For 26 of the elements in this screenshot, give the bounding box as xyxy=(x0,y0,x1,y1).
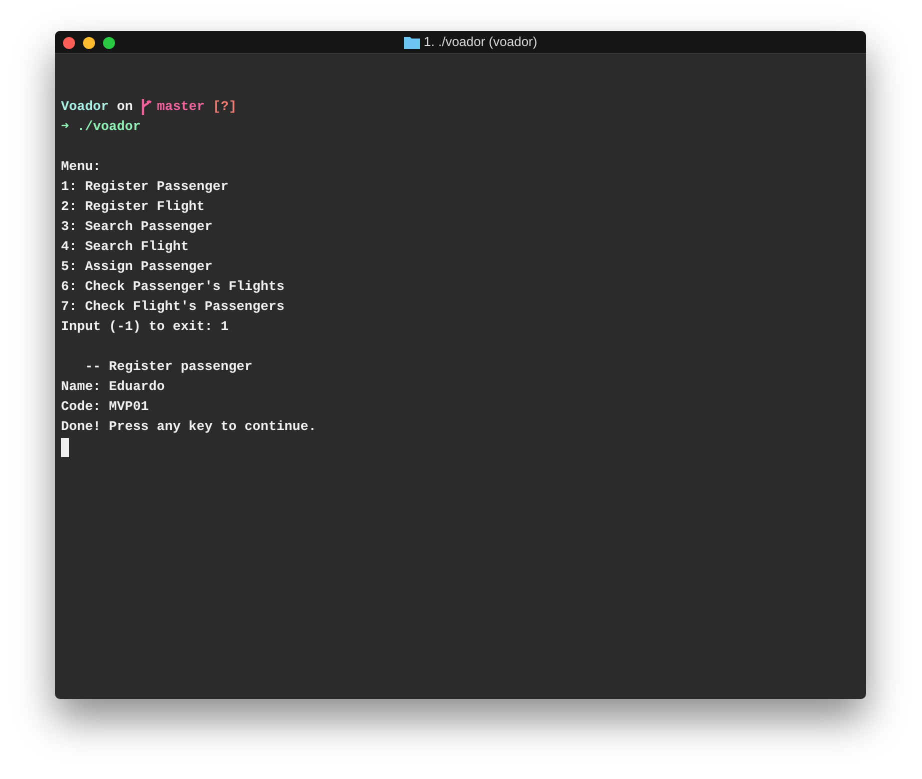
text-cursor xyxy=(61,438,69,456)
output-line: Menu: xyxy=(61,158,102,176)
output-line: Done! Press any key to continue. xyxy=(61,418,318,436)
prompt-connector: on xyxy=(116,98,133,116)
folder-icon xyxy=(404,36,420,48)
window-title: 1. ./voador (voador) xyxy=(424,33,538,52)
output-line: 5: Assign Passenger xyxy=(61,258,214,276)
output-line: Input (-1) to exit: 1 xyxy=(61,318,230,336)
prompt-branch: master xyxy=(156,98,205,116)
maximize-button[interactable] xyxy=(103,37,115,49)
output-line: -- Register passenger xyxy=(84,358,254,376)
output-line: 3: Search Passenger xyxy=(61,218,214,236)
branch-icon xyxy=(140,98,152,116)
output-line: 4: Search Flight xyxy=(61,238,190,256)
output-line: 7: Check Flight's Passengers xyxy=(61,298,286,316)
output-line: Name: Eduardo xyxy=(61,378,166,396)
command-text: ./voador xyxy=(77,118,141,136)
output-line: 1: Register Passenger xyxy=(61,178,230,196)
prompt-directory: Voador xyxy=(61,98,109,116)
output-line: 2: Register Flight xyxy=(61,198,206,216)
output-line: 6: Check Passenger's Flights xyxy=(61,278,286,296)
output-line: Code: MVP01 xyxy=(61,398,150,416)
prompt-arrow: ➜ xyxy=(61,118,70,136)
minimize-button[interactable] xyxy=(83,37,95,49)
prompt-status: [?] xyxy=(212,98,237,116)
close-button[interactable] xyxy=(63,37,75,49)
